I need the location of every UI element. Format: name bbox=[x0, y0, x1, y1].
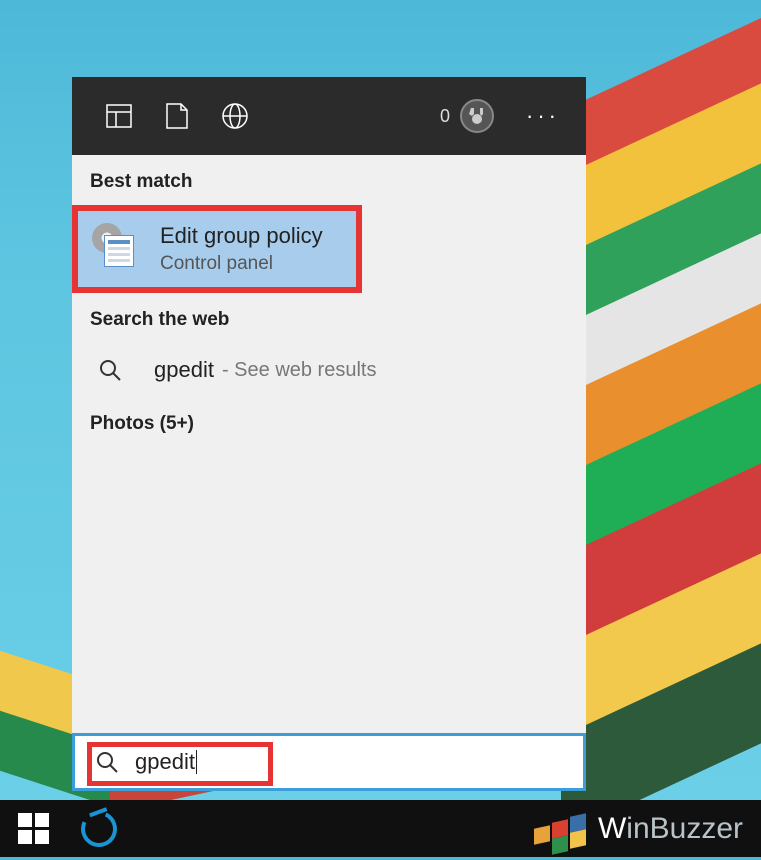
best-match-section-label: Best match bbox=[72, 155, 586, 205]
edge-browser-button[interactable] bbox=[66, 800, 132, 857]
search-results-body: Best match Edit group policy Control pan… bbox=[72, 155, 586, 733]
web-result-hint: - See web results bbox=[222, 359, 377, 382]
web-filter-icon[interactable] bbox=[206, 93, 264, 139]
cortana-search-box[interactable]: gpedit bbox=[72, 733, 586, 791]
winbuzzer-text: WinBuzzer bbox=[598, 812, 743, 846]
windows-logo-icon bbox=[18, 813, 49, 844]
winbuzzer-watermark: WinBuzzer bbox=[530, 807, 761, 851]
text-caret bbox=[196, 750, 197, 774]
search-icon bbox=[95, 750, 119, 774]
start-button[interactable] bbox=[0, 800, 66, 857]
cortana-search-panel: 0 ··· Best match Edit bbox=[72, 77, 586, 733]
best-match-subtitle: Control panel bbox=[160, 253, 323, 275]
news-filter-icon[interactable] bbox=[90, 93, 148, 139]
winbuzzer-cubes-icon bbox=[530, 807, 586, 851]
best-match-title: Edit group policy bbox=[160, 223, 323, 249]
search-panel-header: 0 ··· bbox=[72, 77, 586, 155]
document-filter-icon[interactable] bbox=[148, 93, 206, 139]
group-policy-icon bbox=[96, 229, 136, 269]
edge-icon bbox=[76, 805, 122, 851]
photos-section-label: Photos (5+) bbox=[72, 397, 586, 447]
web-result-query: gpedit bbox=[154, 357, 214, 383]
windows-taskbar: WinBuzzer bbox=[0, 800, 761, 857]
medal-icon bbox=[460, 99, 494, 133]
search-web-section-label: Search the web bbox=[72, 293, 586, 343]
best-match-result[interactable]: Edit group policy Control panel bbox=[72, 205, 362, 293]
search-icon bbox=[98, 358, 122, 382]
rewards-score[interactable]: 0 bbox=[440, 99, 494, 133]
web-search-result[interactable]: gpedit - See web results bbox=[72, 343, 586, 397]
search-input-value: gpedit bbox=[135, 749, 195, 775]
more-options-icon[interactable]: ··· bbox=[510, 93, 568, 139]
rewards-score-number: 0 bbox=[440, 106, 450, 127]
